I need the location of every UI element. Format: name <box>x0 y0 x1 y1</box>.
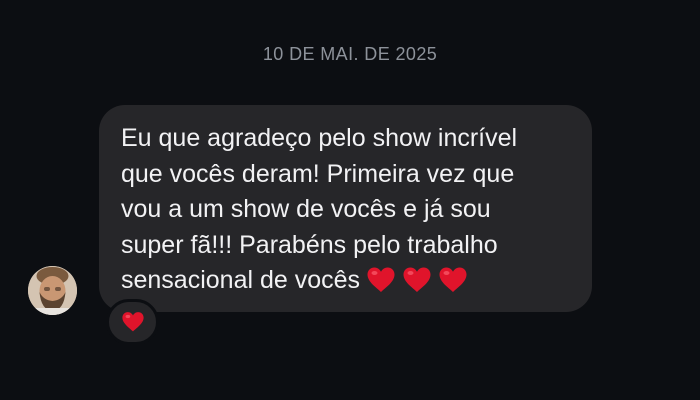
profile-photo-image <box>28 266 77 315</box>
message-text: Eu que agradeço pelo show incrível que v… <box>121 121 570 299</box>
heart-icon <box>366 266 396 294</box>
heart-icon <box>121 312 144 332</box>
date-separator: 10 DE MAI. DE 2025 <box>262 44 438 64</box>
message-bubble[interactable]: Eu que agradeço pelo show incrível que v… <box>99 105 592 312</box>
avatar[interactable] <box>28 266 77 315</box>
reaction-badge[interactable] <box>106 299 159 345</box>
heart-icon <box>438 266 468 294</box>
heart-icon <box>402 266 432 294</box>
